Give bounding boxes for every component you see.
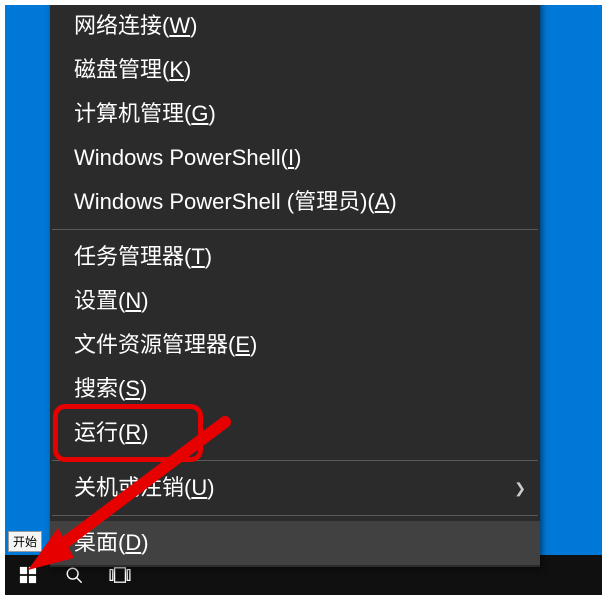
menu-item[interactable]: Windows PowerShell(I) [50, 136, 540, 180]
start-tooltip: 开始 [8, 531, 42, 552]
menu-item-label: Windows PowerShell(I) [74, 145, 301, 170]
menu-item-label: 任务管理器(T) [74, 244, 212, 269]
menu-item[interactable]: 磁盘管理(K) [50, 48, 540, 92]
menu-separator [52, 515, 538, 516]
menu-item-label: 计算机管理(G) [74, 101, 216, 126]
menu-item[interactable]: 计算机管理(G) [50, 92, 540, 136]
menu-item-label: 设置(N) [74, 288, 149, 313]
menu-item-label: Windows PowerShell (管理员)(A) [74, 189, 397, 214]
task-view-icon [109, 566, 131, 584]
menu-separator [52, 229, 538, 230]
menu-item[interactable]: 文件资源管理器(E) [50, 323, 540, 367]
menu-item-label: 运行(R) [74, 420, 149, 445]
menu-item-label: 关机或注销(U) [74, 475, 215, 500]
menu-item[interactable]: 任务管理器(T) [50, 235, 540, 279]
menu-item-label: 文件资源管理器(E) [74, 332, 257, 357]
search-icon [65, 566, 83, 584]
desktop: 网络连接(W) 磁盘管理(K) 计算机管理(G) Windows PowerShell… [0, 0, 607, 600]
winx-context-menu: 网络连接(W) 磁盘管理(K) 计算机管理(G) Windows PowerShell… [50, 0, 540, 567]
menu-item[interactable]: Windows PowerShell (管理员)(A) [50, 180, 540, 224]
menu-item[interactable]: 设置(N) [50, 279, 540, 323]
menu-item[interactable]: 网络连接(W) [50, 4, 540, 48]
start-button[interactable] [5, 555, 51, 595]
menu-item[interactable]: 关机或注销(U) ❯ [50, 466, 540, 510]
windows-logo-icon [19, 566, 37, 584]
menu-item-label: 网络连接(W) [74, 13, 197, 38]
menu-item[interactable]: 运行(R) [50, 411, 540, 455]
menu-item[interactable]: 桌面(D) [50, 521, 540, 565]
menu-item-label: 搜索(S) [74, 376, 147, 401]
chevron-right-icon: ❯ [514, 474, 526, 502]
menu-item[interactable]: 搜索(S) [50, 367, 540, 411]
menu-item-label: 磁盘管理(K) [74, 57, 191, 82]
menu-separator [52, 460, 538, 461]
menu-item-label: 桌面(D) [74, 530, 149, 555]
